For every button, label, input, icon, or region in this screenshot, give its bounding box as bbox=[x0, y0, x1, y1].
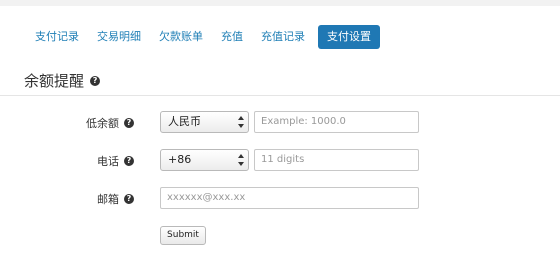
balance-amount-placeholder: Example: 1000.0 bbox=[261, 116, 346, 127]
section-title: 余额提醒 bbox=[24, 72, 85, 90]
question-circle-icon[interactable]: ? bbox=[124, 194, 134, 204]
country-code-select[interactable]: +86 bbox=[160, 149, 249, 171]
low-balance-label: 低余额 bbox=[86, 117, 119, 130]
question-circle-icon[interactable]: ? bbox=[124, 156, 134, 166]
tab-arrears-bills[interactable]: 欠款账单 bbox=[150, 25, 212, 49]
country-code-selected-value: +86 bbox=[168, 153, 192, 166]
currency-select[interactable]: 人民币 bbox=[160, 111, 249, 133]
balance-amount-input[interactable]: Example: 1000.0 bbox=[254, 111, 419, 133]
tab-recharge[interactable]: 充值 bbox=[212, 25, 252, 49]
tab-payment-records[interactable]: 支付记录 bbox=[26, 25, 88, 49]
phone-number-placeholder: 11 digits bbox=[261, 154, 305, 165]
question-circle-icon[interactable]: ? bbox=[90, 75, 101, 86]
email-row: 邮箱 ? xxxxxx@xxx.xx bbox=[0, 187, 560, 211]
submit-button[interactable]: Submit bbox=[160, 226, 206, 245]
email-placeholder: xxxxxx@xxx.xx bbox=[167, 192, 246, 203]
phone-label-group: 电话 ? bbox=[97, 149, 134, 173]
select-arrows-icon bbox=[238, 153, 244, 167]
email-label-group: 邮箱 ? bbox=[97, 187, 134, 211]
email-input[interactable]: xxxxxx@xxx.xx bbox=[160, 187, 419, 209]
select-arrows-icon bbox=[238, 115, 244, 129]
low-balance-label-group: 低余额 ? bbox=[86, 111, 134, 135]
low-balance-row: 低余额 ? 人民币 Example: 1000.0 bbox=[0, 111, 560, 135]
top-bar bbox=[0, 0, 560, 6]
currency-selected-value: 人民币 bbox=[168, 115, 201, 128]
question-circle-icon[interactable]: ? bbox=[124, 118, 134, 128]
tab-recharge-records[interactable]: 充值记录 bbox=[252, 25, 314, 49]
section-divider bbox=[0, 95, 560, 96]
tab-transaction-details[interactable]: 交易明细 bbox=[88, 25, 150, 49]
payment-tabs: 支付记录 交易明细 欠款账单 充值 充值记录 支付设置 bbox=[26, 25, 380, 49]
tab-payment-settings[interactable]: 支付设置 bbox=[318, 25, 380, 49]
phone-label: 电话 bbox=[97, 155, 119, 168]
email-label: 邮箱 bbox=[97, 193, 119, 206]
phone-row: 电话 ? +86 11 digits bbox=[0, 149, 560, 173]
phone-number-input[interactable]: 11 digits bbox=[254, 149, 419, 171]
section-heading: 余额提醒 ? bbox=[24, 70, 101, 91]
